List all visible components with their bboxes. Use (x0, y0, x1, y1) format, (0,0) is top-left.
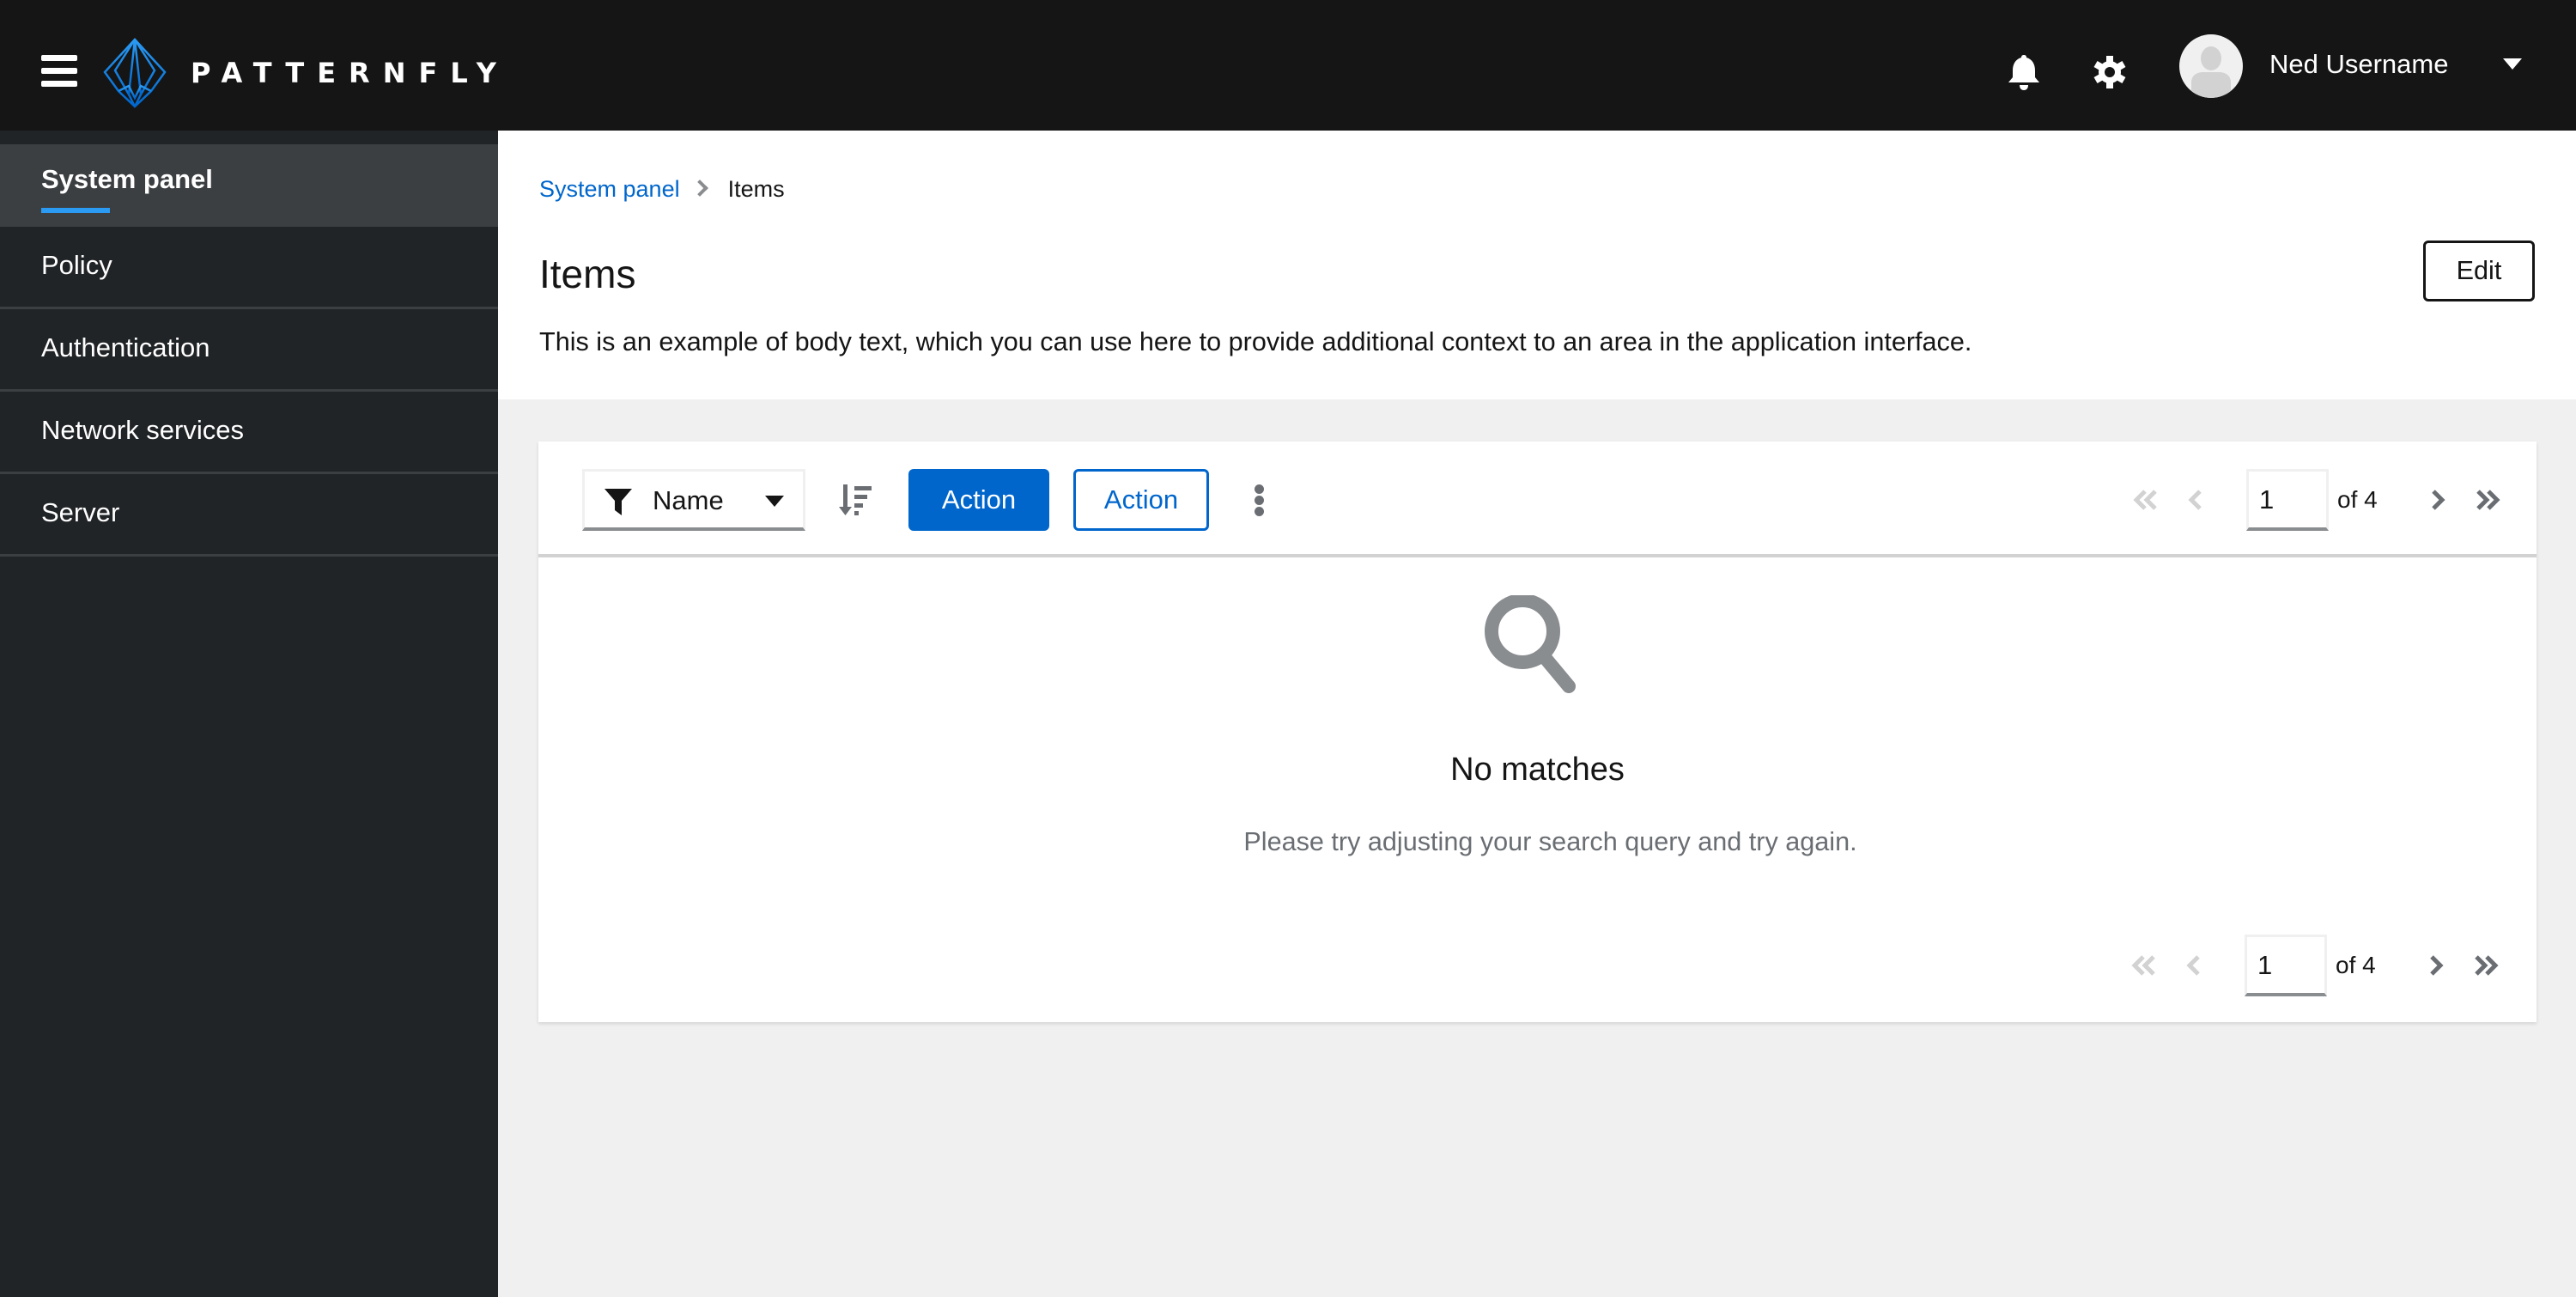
first-page-icon[interactable] (2131, 486, 2160, 514)
next-page-icon[interactable] (2421, 952, 2451, 979)
secondary-action-button[interactable]: Action (1073, 469, 1209, 531)
page-number-input[interactable] (2245, 935, 2327, 996)
sidebar-item-label: Network services (41, 415, 244, 445)
page-number-input[interactable] (2246, 469, 2329, 531)
breadcrumb-link-system-panel[interactable]: System panel (539, 176, 680, 202)
page-header-section: System panel Items Items This is an examp… (498, 131, 2576, 399)
breadcrumb-current: Items (727, 176, 785, 202)
data-card: Name Action Action of 4 (538, 441, 2537, 1022)
page-count-label: of 4 (2337, 486, 2378, 513)
active-indicator (41, 208, 110, 213)
caret-down-icon[interactable] (2503, 58, 2522, 70)
last-page-icon[interactable] (2473, 486, 2502, 514)
page-description: This is an example of body text, which y… (539, 327, 1972, 356)
filter-select[interactable]: Name (582, 469, 805, 531)
empty-state-body: Please try adjusting your search query a… (1243, 827, 1857, 856)
sidebar-item-network-services[interactable]: Network services (0, 392, 498, 474)
empty-state: No matches Please try adjusting your sea… (538, 561, 2537, 904)
sidebar-item-label: Policy (41, 250, 112, 280)
sidebar-item-system-panel[interactable]: System panel (0, 144, 498, 227)
previous-page-icon[interactable] (2179, 952, 2208, 979)
last-page-icon[interactable] (2471, 952, 2500, 979)
primary-action-button[interactable]: Action (908, 469, 1049, 531)
previous-page-icon[interactable] (2181, 486, 2210, 514)
sidebar-item-server[interactable]: Server (0, 474, 498, 557)
sidebar-item-label: System panel (41, 164, 213, 194)
toolbar: Name Action Action of 4 (538, 441, 2537, 557)
sidebar-item-authentication[interactable]: Authentication (0, 309, 498, 392)
avatar[interactable] (2179, 34, 2243, 98)
patternfly-logo-icon[interactable] (103, 38, 167, 108)
edit-button[interactable]: Edit (2423, 241, 2535, 301)
hamburger-menu-icon[interactable] (41, 53, 77, 89)
first-page-icon[interactable] (2129, 952, 2159, 979)
filter-select-value: Name (653, 485, 724, 515)
empty-state-title: No matches (1450, 752, 1625, 788)
brand-name: PATTERNFLY (191, 57, 509, 89)
page-count-label: of 4 (2336, 952, 2376, 978)
gear-icon[interactable] (2093, 53, 2127, 91)
caret-down-icon (765, 496, 784, 507)
sidebar-item-label: Authentication (41, 332, 210, 362)
sidebar-item-label: Server (41, 497, 120, 527)
search-icon (1485, 595, 1576, 693)
sidebar-nav: System panel Policy Authentication Netwo… (0, 131, 498, 1297)
next-page-icon[interactable] (2423, 486, 2452, 514)
bell-icon[interactable] (2007, 53, 2041, 91)
user-name[interactable]: Ned Username (2269, 45, 2448, 84)
filter-icon (605, 489, 632, 515)
masthead: PATTERNFLY Ned Username (0, 0, 2576, 131)
breadcrumb: System panel Items (539, 172, 785, 206)
chevron-right-icon (690, 180, 708, 197)
page-title: Items (539, 252, 636, 296)
sidebar-item-policy[interactable]: Policy (0, 227, 498, 309)
sort-icon[interactable] (839, 483, 873, 517)
